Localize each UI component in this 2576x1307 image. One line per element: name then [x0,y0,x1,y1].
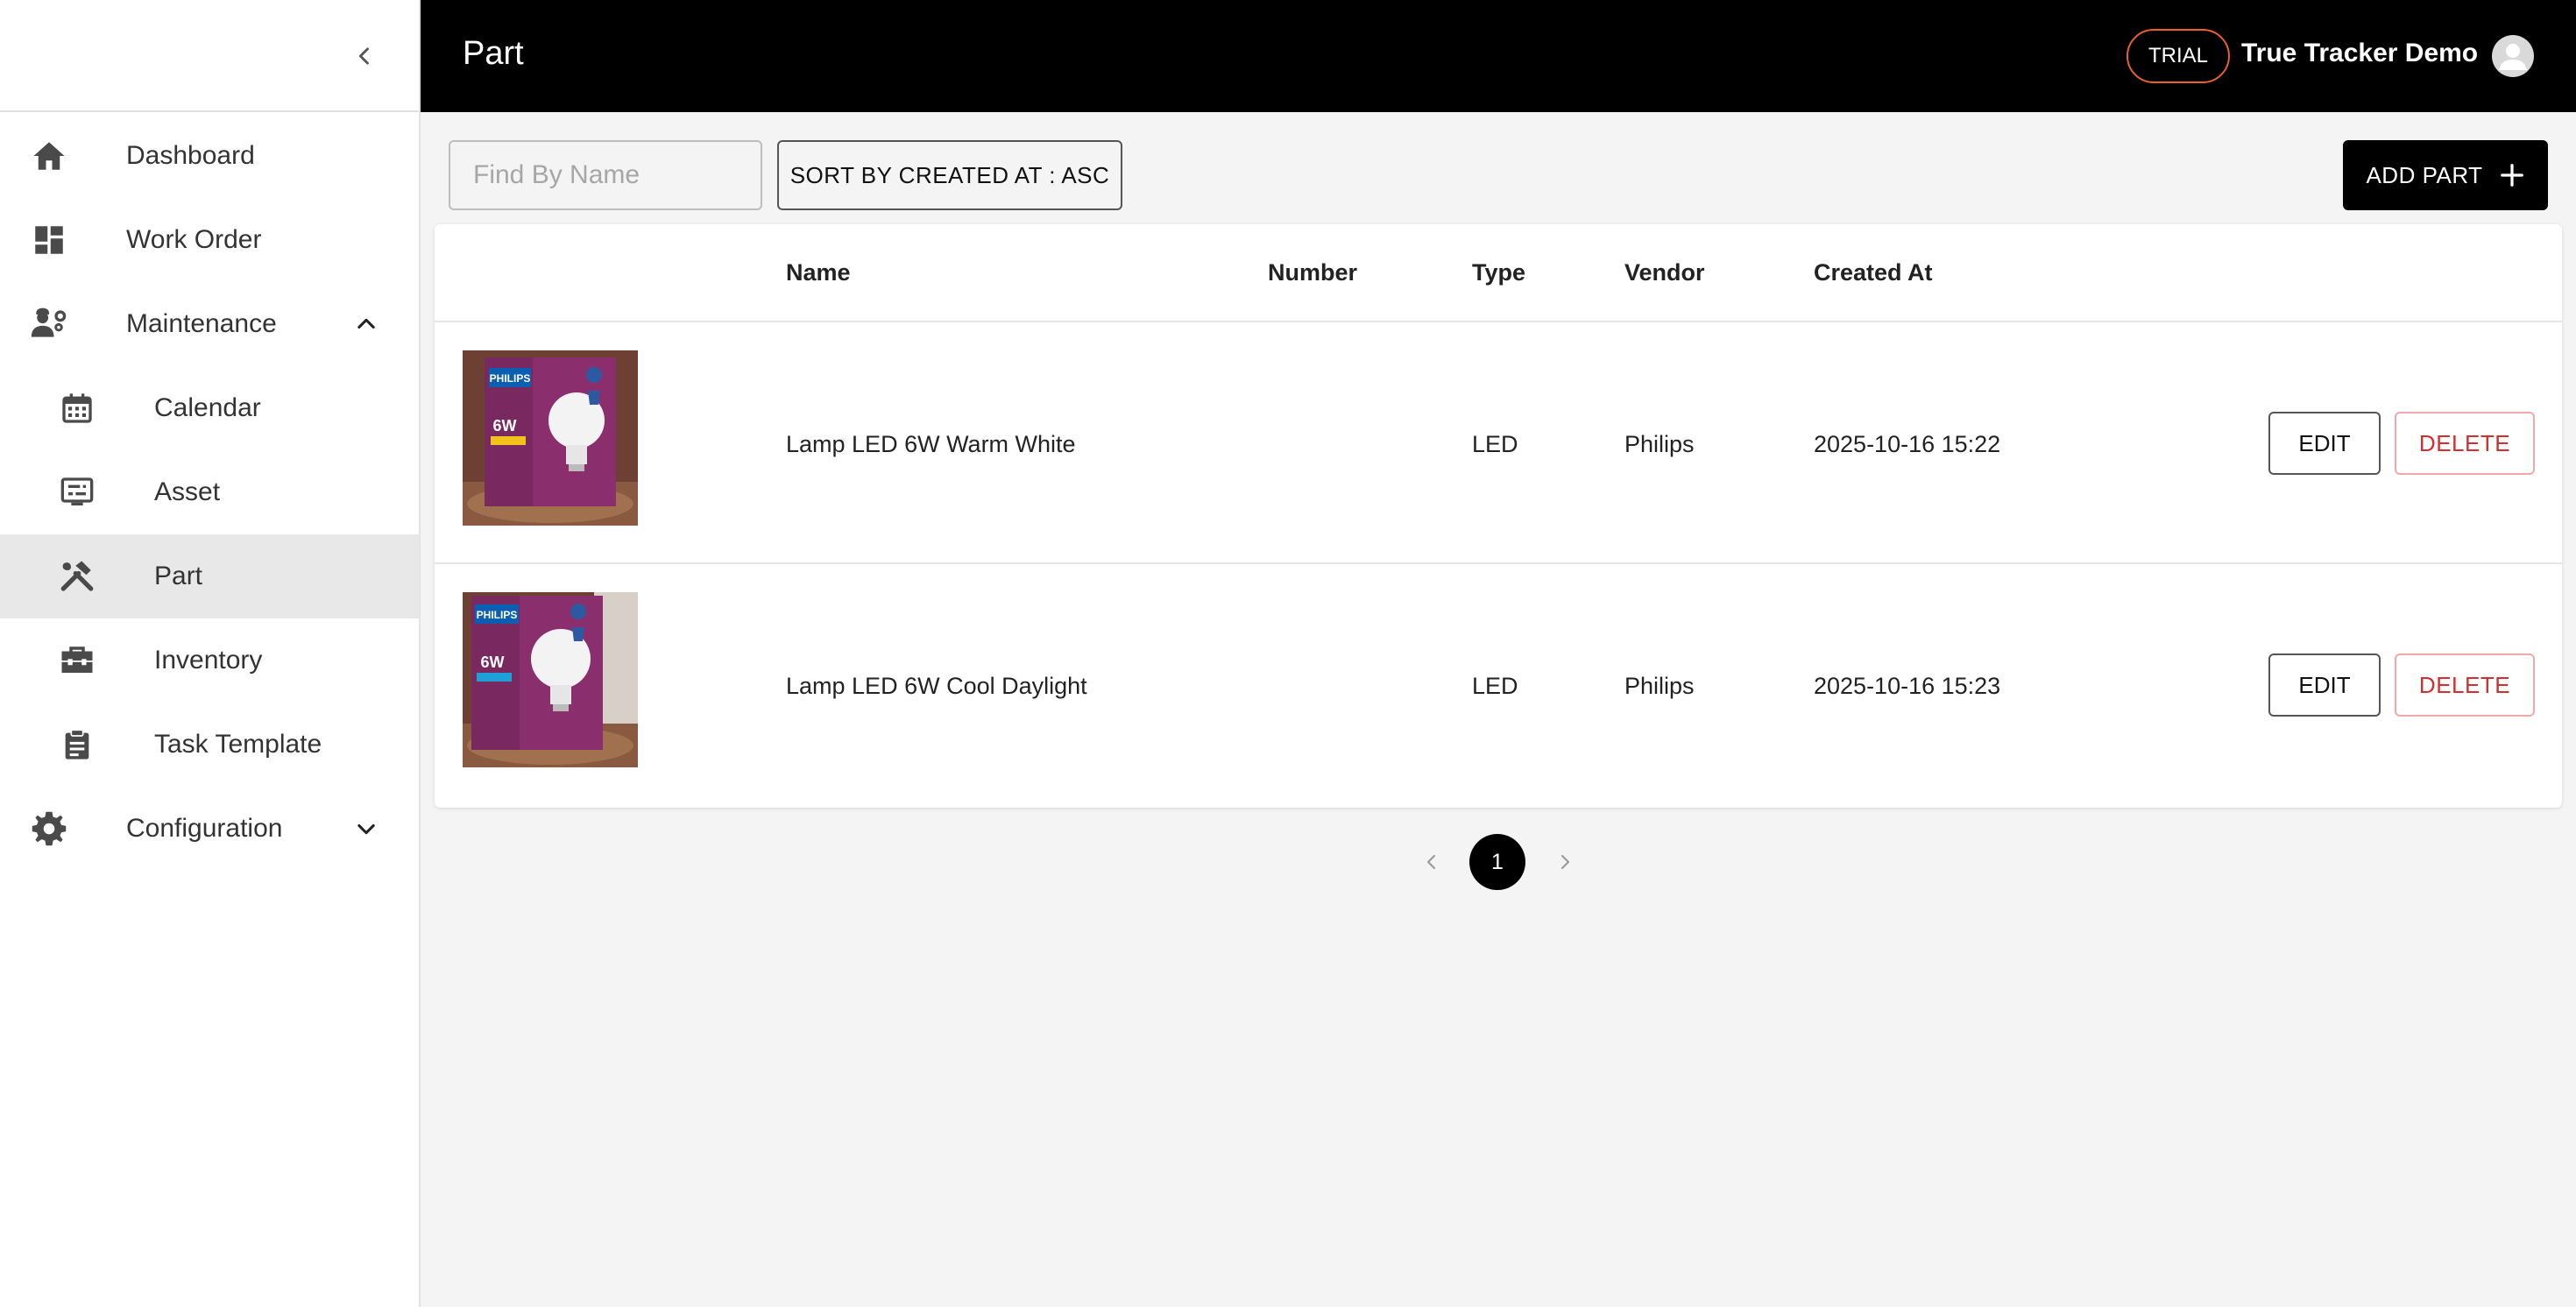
chevron-left-icon [358,47,369,65]
plus-icon [2500,164,2523,187]
part-type: LED [1472,673,1518,699]
column-header-name: Name [786,259,851,286]
column-header-vendor: Vendor [1624,259,1705,286]
sidebar-item-part[interactable]: Part [0,534,419,618]
thumbnail-wattage: 6W [493,417,517,434]
thumbnail-brand: PHILIPS [477,609,518,621]
chevron-right-icon [1560,854,1570,870]
column-header-number: Number [1268,259,1358,286]
delete-button[interactable]: DELETE [2395,412,2535,475]
toolbox-icon [56,639,98,682]
calendar-icon [56,387,98,429]
sidebar-item-maintenance[interactable]: Maintenance [0,282,419,366]
sidebar-item-label: Part [154,562,203,590]
part-thumbnail: PHILIPS 6W [463,592,638,767]
chevron-down-icon [347,809,386,848]
table-header: Name Number Type Vendor Created At [435,224,2562,322]
dashboard-icon [28,219,70,261]
thumbnail-wattage: 6W [481,654,505,671]
edit-button[interactable]: EDIT [2268,654,2381,717]
delete-button[interactable]: DELETE [2395,654,2535,717]
pagination-prev-button[interactable] [1414,844,1449,880]
sidebar-item-configuration[interactable]: Configuration [0,787,419,871]
parts-table: Name Number Type Vendor Created At PHILI… [435,224,2562,808]
column-header-type: Type [1472,259,1526,286]
part-thumbnail: PHILIPS 6W [463,350,638,526]
sidebar-item-label: Task Template [154,730,322,759]
pagination-page-button[interactable]: 1 [1469,834,1525,890]
table-row: PHILIPS 6W Lamp LED 6W Warm White LED Ph… [435,322,2562,564]
avatar[interactable] [2492,35,2534,77]
add-part-button[interactable]: ADD PART [2343,140,2548,210]
part-name: Lamp LED 6W Cool Daylight [786,673,1087,699]
sidebar-item-label: Calendar [154,393,261,422]
part-vendor: Philips [1624,673,1695,699]
part-type: LED [1472,431,1518,457]
sidebar-item-work-order[interactable]: Work Order [0,198,419,282]
sidebar-item-label: Configuration [126,814,283,843]
sidebar-item-label: Dashboard [126,141,255,170]
column-header-created-at: Created At [1814,259,1933,286]
collapse-sidebar-button[interactable] [343,35,386,77]
part-vendor: Philips [1624,431,1695,457]
home-icon [28,135,70,177]
trial-badge: TRIAL [2127,29,2230,83]
sidebar-item-asset[interactable]: Asset [0,450,419,534]
page-title: Part [463,35,524,72]
sidebar-item-label: Inventory [154,646,263,675]
pagination-next-button[interactable] [1547,844,1582,880]
sidebar-nav: Dashboard Work Order Maintenance Calenda… [0,112,419,871]
chevron-left-icon [1426,854,1436,870]
thumbnail-brand: PHILIPS [490,372,531,385]
user-name[interactable]: True Tracker Demo [2241,39,2478,68]
sort-button[interactable]: SORT BY CREATED AT : ASC [777,140,1122,210]
sidebar-item-label: Maintenance [126,309,277,338]
chevron-up-icon [347,305,386,343]
sidebar-item-dashboard[interactable]: Dashboard [0,114,419,198]
sidebar-header [0,0,419,112]
part-created-at: 2025-10-16 15:23 [1814,673,2001,699]
sidebar-item-inventory[interactable]: Inventory [0,618,419,703]
part-name: Lamp LED 6W Warm White [786,431,1076,457]
part-created-at: 2025-10-16 15:22 [1814,431,2001,457]
add-part-label: ADD PART [2366,161,2483,188]
sidebar-item-calendar[interactable]: Calendar [0,366,419,450]
table-row: PHILIPS 6W Lamp LED 6W Cool Daylight LED… [435,564,2562,806]
sidebar: Dashboard Work Order Maintenance Calenda… [0,0,421,1307]
clipboard-icon [56,724,98,766]
search-input[interactable] [449,140,762,210]
asset-icon [56,471,98,513]
top-header: Part TRIAL True Tracker Demo [421,0,2576,112]
tools-icon [56,555,98,597]
user-icon [2499,44,2527,70]
gear-icon [28,808,70,850]
edit-button[interactable]: EDIT [2268,412,2381,475]
sidebar-item-label: Asset [154,477,221,506]
sidebar-item-task-template[interactable]: Task Template [0,703,419,787]
sidebar-item-label: Work Order [126,225,262,254]
engineer-icon [28,303,70,345]
